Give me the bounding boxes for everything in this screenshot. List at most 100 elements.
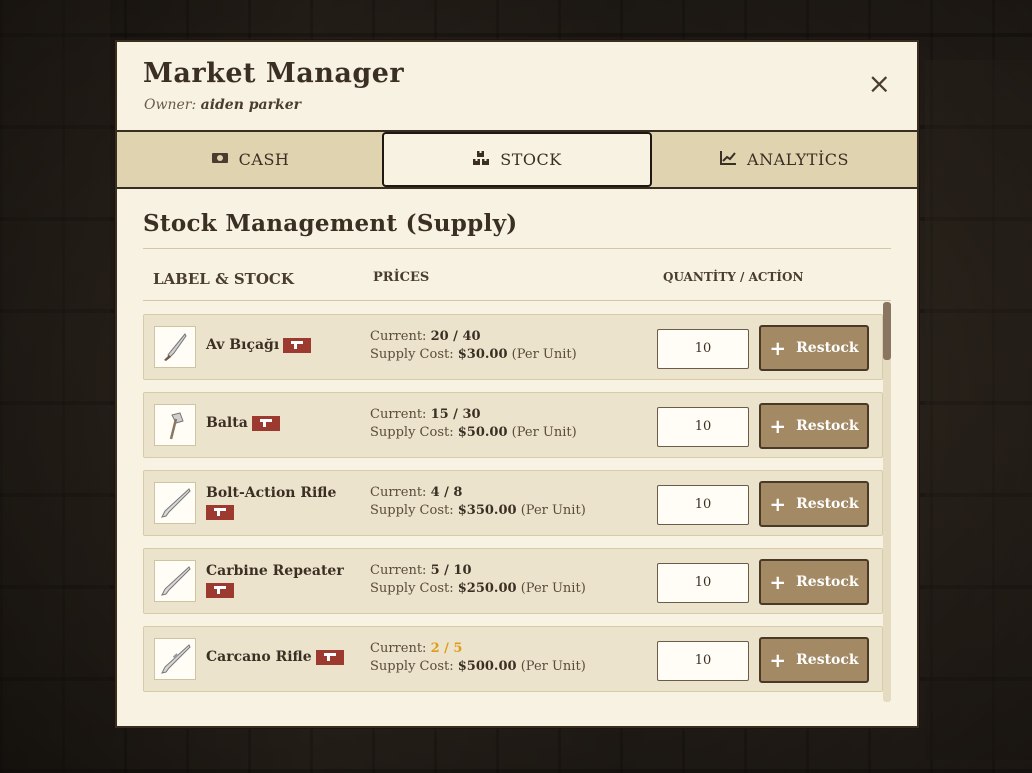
item-name: Balta bbox=[206, 415, 248, 431]
stock-row: Carbine Repeater Current: 5 / 10 Supply … bbox=[143, 548, 883, 614]
restock-label: Restock bbox=[796, 418, 859, 434]
restock-button[interactable]: + Restock bbox=[759, 403, 869, 449]
restock-button[interactable]: + Restock bbox=[759, 481, 869, 527]
hatchet-icon bbox=[154, 404, 196, 446]
quantity-input[interactable]: 10 bbox=[657, 641, 749, 681]
restock-button[interactable]: + Restock bbox=[759, 637, 869, 683]
supply-cost-label: Supply Cost: bbox=[370, 503, 454, 518]
current-label: Current: bbox=[370, 485, 427, 500]
supply-cost: $30.00 bbox=[457, 347, 508, 362]
current-stock: 15 / 30 bbox=[430, 407, 481, 422]
knife-icon bbox=[154, 326, 196, 368]
owner-prefix: Owner: bbox=[144, 97, 197, 113]
restock-label: Restock bbox=[796, 496, 859, 512]
stock-row: Carcano Rifle Current: 2 / 5 Supply Cost… bbox=[143, 626, 883, 692]
divider bbox=[143, 248, 891, 249]
item-name-row: Carcano Rifle bbox=[206, 649, 344, 665]
supply-cost: $350.00 bbox=[457, 503, 517, 518]
chart-line-icon bbox=[719, 150, 737, 170]
plus-icon: + bbox=[769, 414, 787, 438]
current-stock-low: 2 / 5 bbox=[430, 641, 463, 656]
supply-cost-label: Supply Cost: bbox=[370, 581, 454, 596]
current-stock: 20 / 40 bbox=[430, 329, 481, 344]
market-manager-modal: Market Manager Owner: aiden parker × CAS… bbox=[115, 40, 919, 728]
price-block: Current: 5 / 10 Supply Cost: $250.00 (Pe… bbox=[370, 562, 586, 598]
current-stock: 4 / 8 bbox=[430, 485, 463, 500]
cash-icon bbox=[211, 150, 229, 169]
price-block: Current: 15 / 30 Supply Cost: $50.00 (Pe… bbox=[370, 406, 577, 442]
item-name-row: Carbine Repeater bbox=[206, 563, 344, 598]
weapon-badge bbox=[206, 505, 234, 520]
supply-cost-label: Supply Cost: bbox=[370, 347, 454, 362]
weapon-badge bbox=[283, 337, 312, 353]
per-unit-label: (Per Unit) bbox=[520, 581, 586, 596]
item-name-row: Balta bbox=[206, 415, 280, 431]
weapon-badge bbox=[315, 649, 344, 665]
weapon-badge bbox=[206, 583, 234, 598]
owner-name: aiden parker bbox=[200, 97, 301, 113]
header-quantity-action: QUANTİTY / ACTİON bbox=[663, 270, 804, 284]
supply-cost: $50.00 bbox=[457, 425, 508, 440]
tab-analytics-label: ANALYTİCS bbox=[747, 150, 849, 169]
scrollbar[interactable] bbox=[883, 302, 891, 702]
current-label: Current: bbox=[370, 563, 427, 578]
item-name: Bolt-Action Rifle bbox=[206, 485, 337, 501]
plus-icon: + bbox=[769, 336, 787, 360]
scrollbar-thumb[interactable] bbox=[883, 302, 891, 360]
header-prices: PRİCES bbox=[373, 270, 430, 285]
stock-row: Balta Current: 15 / 30 Supply Cost: $50.… bbox=[143, 392, 883, 458]
table-header: LABEL & STOCK PRİCES QUANTİTY / ACTİON bbox=[143, 262, 891, 301]
close-icon[interactable]: × bbox=[868, 70, 891, 98]
current-label: Current: bbox=[370, 329, 427, 344]
per-unit-label: (Per Unit) bbox=[520, 659, 586, 674]
per-unit-label: (Per Unit) bbox=[511, 425, 577, 440]
rifle-icon bbox=[154, 560, 196, 602]
quantity-input[interactable]: 10 bbox=[657, 407, 749, 447]
plus-icon: + bbox=[769, 570, 787, 594]
header-label-stock: LABEL & STOCK bbox=[153, 270, 294, 288]
boxes-icon bbox=[472, 150, 490, 170]
restock-label: Restock bbox=[796, 340, 859, 356]
restock-label: Restock bbox=[796, 652, 859, 668]
tab-bar: CASH STOCK ANALYTİCS bbox=[117, 132, 917, 189]
supply-cost: $250.00 bbox=[457, 581, 517, 596]
quantity-input[interactable]: 10 bbox=[657, 329, 749, 369]
stock-row: Av Bıçağı Current: 20 / 40 Supply Cost: … bbox=[143, 314, 883, 380]
price-block: Current: 2 / 5 Supply Cost: $500.00 (Per… bbox=[370, 640, 586, 676]
tab-cash-label: CASH bbox=[238, 150, 290, 169]
restock-label: Restock bbox=[796, 574, 859, 590]
restock-button[interactable]: + Restock bbox=[759, 559, 869, 605]
weapon-badge bbox=[251, 415, 280, 431]
current-stock: 5 / 10 bbox=[430, 563, 472, 578]
plus-icon: + bbox=[769, 492, 787, 516]
supply-cost-label: Supply Cost: bbox=[370, 659, 454, 674]
per-unit-label: (Per Unit) bbox=[511, 347, 577, 362]
quantity-input[interactable]: 10 bbox=[657, 563, 749, 603]
owner-line: Owner: aiden parker bbox=[144, 97, 301, 113]
item-name: Av Bıçağı bbox=[206, 337, 280, 353]
section-title: Stock Management (Supply) bbox=[143, 210, 518, 237]
rifle-icon bbox=[154, 482, 196, 524]
item-name: Carbine Repeater bbox=[206, 563, 344, 579]
current-label: Current: bbox=[370, 641, 427, 656]
item-name: Carcano Rifle bbox=[206, 649, 312, 665]
current-label: Current: bbox=[370, 407, 427, 422]
stock-row: Bolt-Action Rifle Current: 4 / 8 Supply … bbox=[143, 470, 883, 536]
per-unit-label: (Per Unit) bbox=[520, 503, 586, 518]
tab-stock-label: STOCK bbox=[500, 150, 562, 169]
item-name-row: Av Bıçağı bbox=[206, 337, 312, 353]
price-block: Current: 20 / 40 Supply Cost: $30.00 (Pe… bbox=[370, 328, 577, 364]
item-name-row: Bolt-Action Rifle bbox=[206, 485, 336, 520]
modal-header: Market Manager Owner: aiden parker × bbox=[117, 42, 917, 132]
tab-stock[interactable]: STOCK bbox=[382, 132, 652, 187]
restock-button[interactable]: + Restock bbox=[759, 325, 869, 371]
tab-cash[interactable]: CASH bbox=[117, 132, 383, 187]
price-block: Current: 4 / 8 Supply Cost: $350.00 (Per… bbox=[370, 484, 586, 520]
quantity-input[interactable]: 10 bbox=[657, 485, 749, 525]
stock-list: Av Bıçağı Current: 20 / 40 Supply Cost: … bbox=[143, 314, 883, 704]
modal-title: Market Manager bbox=[143, 58, 405, 89]
plus-icon: + bbox=[769, 648, 787, 672]
supply-cost: $500.00 bbox=[457, 659, 517, 674]
rifle-icon bbox=[154, 638, 196, 680]
tab-analytics[interactable]: ANALYTİCS bbox=[651, 132, 917, 187]
